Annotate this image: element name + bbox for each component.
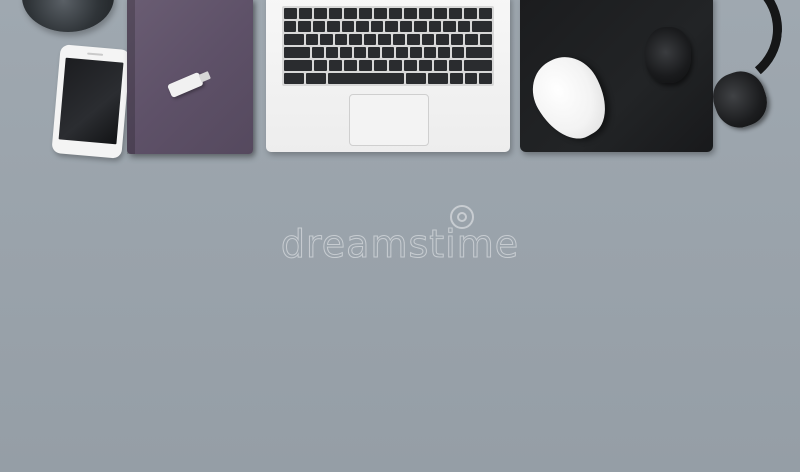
laptop: [266, 0, 510, 152]
notebook-spine: [127, 0, 135, 154]
laptop-trackpad: [349, 94, 429, 146]
globe: [22, 0, 114, 32]
laptop-keyboard: [282, 6, 494, 86]
smartphone: [51, 44, 131, 159]
phone-screen: [58, 57, 124, 145]
headphones-earcup-left: [645, 27, 691, 83]
usb-plug: [198, 71, 211, 83]
phone-speaker: [87, 52, 104, 56]
desk-scene: dreamstime: [0, 0, 800, 472]
watermark: dreamstime: [280, 222, 520, 267]
